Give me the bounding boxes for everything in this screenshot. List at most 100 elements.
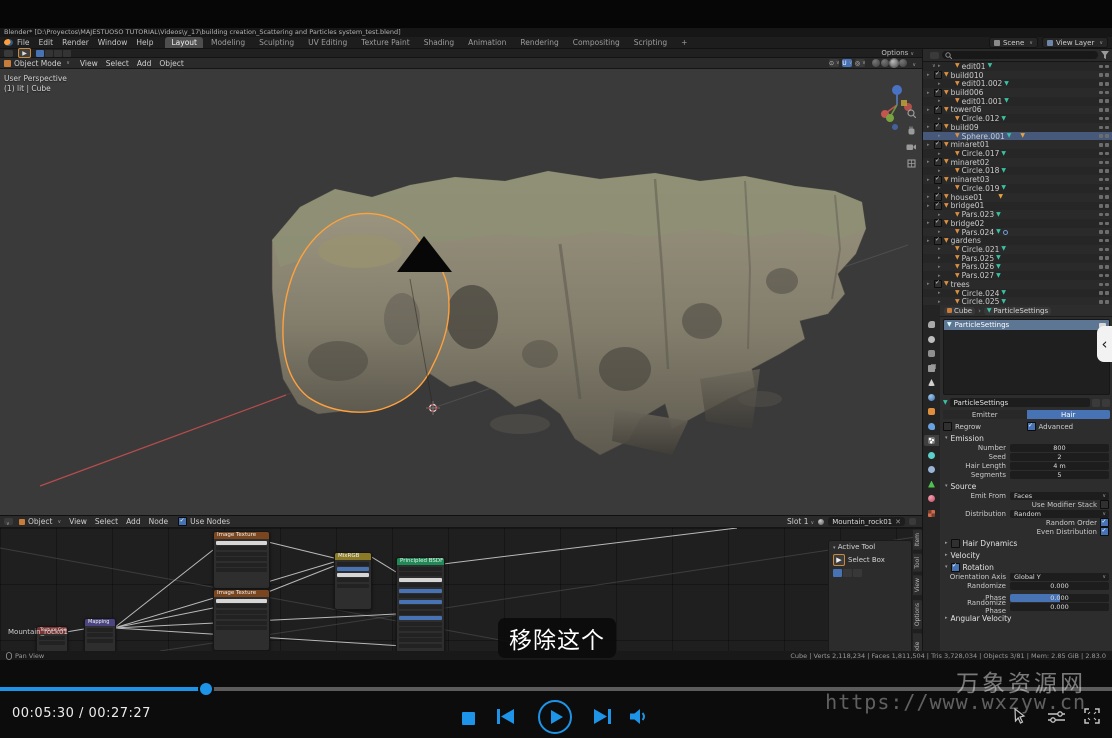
emit-from-dropdown[interactable]: Faces [1010, 492, 1109, 500]
workspace-tab[interactable]: + [675, 37, 693, 48]
breadcrumb-object[interactable]: Cube [944, 307, 975, 315]
outliner-row[interactable]: ▸ ▼ Pars.023 ▼ ▼ [923, 210, 1112, 219]
sidebar-tab[interactable]: Tool [913, 554, 922, 572]
visibility-toggles[interactable] [1099, 117, 1112, 121]
perspective-toggle-icon[interactable] [907, 159, 916, 168]
visibility-toggles[interactable] [1099, 248, 1112, 252]
outliner-row[interactable]: ▸ ▼ house01 ▼ ▼ [923, 193, 1112, 202]
hair-option[interactable]: Hair [1027, 410, 1111, 419]
viewport-menu-item[interactable]: Select [106, 59, 129, 68]
rotation-section-header[interactable]: ▾Rotation [940, 562, 1112, 572]
expand-arrow-icon[interactable]: ▸ [927, 203, 932, 209]
visibility-toggles[interactable] [1099, 300, 1112, 304]
source-section-header[interactable]: ▾Source [940, 481, 1112, 491]
outliner-row[interactable]: ▸ ▼ edit01 ▼ ▼ [923, 62, 1112, 71]
mapping-node[interactable]: Mapping [84, 618, 116, 651]
visibility-toggles[interactable] [1099, 134, 1112, 138]
properties-tab[interactable] [924, 435, 939, 446]
use-nodes-toggle[interactable]: Use Nodes [178, 517, 230, 526]
outliner-row[interactable]: ▸ ▼ minaret03 ▼ ▼ [923, 175, 1112, 184]
workspace-tab[interactable]: Layout [165, 37, 203, 48]
outliner-row[interactable]: ▸ ▼ build010 ▼ ▼ [923, 71, 1112, 80]
image-texture-node-2[interactable]: Image Texture [213, 589, 270, 651]
mix-rgb-node[interactable]: MixRGB [334, 552, 372, 610]
menu-item[interactable]: Render [62, 38, 89, 47]
active-tool-title[interactable]: ▾ Active Tool [829, 541, 911, 553]
outliner-row[interactable]: ▸ ▼ Circle.017 ▼ ▼ [923, 149, 1112, 158]
visibility-toggles[interactable] [1099, 143, 1112, 147]
collection-checkbox[interactable] [934, 106, 942, 114]
shader-type-selector[interactable]: Object [19, 517, 61, 526]
properties-tab[interactable] [924, 406, 939, 417]
outliner-editor-icon[interactable] [930, 52, 939, 59]
outliner-row[interactable]: ▸ ▼ Circle.021 ▼ ▼ [923, 245, 1112, 254]
properties-tab[interactable] [924, 348, 939, 359]
node-menu-item[interactable]: Add [126, 517, 141, 526]
outliner-row[interactable]: ▸ ▼ Pars.027 ▼ ▼ [923, 271, 1112, 280]
image-texture-node[interactable]: Image Texture [213, 531, 270, 589]
menu-item[interactable]: File [17, 38, 30, 47]
expand-arrow-icon[interactable]: ▸ [938, 246, 943, 252]
editor-type-icon[interactable] [4, 50, 13, 57]
expand-arrow-icon[interactable]: ▸ [927, 142, 932, 148]
menu-item[interactable]: Edit [39, 38, 54, 47]
expand-arrow-icon[interactable]: ▸ [927, 177, 932, 183]
sidebar-tab[interactable]: Node Wrangler [913, 633, 922, 651]
collection-checkbox[interactable] [934, 219, 942, 227]
collapse-panel-button[interactable]: ‹ [1097, 326, 1112, 362]
expand-arrow-icon[interactable]: ▸ [927, 124, 932, 130]
workspace-tab[interactable]: Animation [462, 37, 512, 48]
expand-arrow-icon[interactable]: ▸ [938, 212, 943, 218]
scene-selector[interactable]: Scene [989, 37, 1038, 48]
collection-checkbox[interactable] [934, 237, 942, 245]
distribution-dropdown[interactable]: Random [1010, 510, 1109, 518]
expand-arrow-icon[interactable]: ▸ [927, 194, 932, 200]
hair-dynamics-section-header[interactable]: ▸Hair Dynamics [940, 538, 1112, 548]
particle-systems-list[interactable]: ▼ ParticleSettings [943, 319, 1110, 395]
shading-dropdown[interactable] [910, 59, 916, 68]
collection-checkbox[interactable] [934, 158, 942, 166]
angular-velocity-section-header[interactable]: ▸Angular Velocity [940, 613, 1112, 623]
collection-checkbox[interactable] [934, 89, 942, 97]
expand-arrow-icon[interactable]: ▸ [927, 72, 932, 78]
properties-tab[interactable] [924, 464, 939, 475]
collection-checkbox[interactable] [934, 280, 942, 288]
expand-arrow-icon[interactable]: ▸ [938, 168, 943, 174]
progress-knob[interactable] [200, 683, 212, 695]
visibility-toggles[interactable] [1099, 99, 1112, 103]
properties-tab[interactable] [924, 392, 939, 403]
workspace-tab[interactable]: Compositing [567, 37, 626, 48]
editor-type-icon[interactable] [4, 518, 13, 525]
visibility-toggles[interactable] [1099, 161, 1112, 165]
expand-arrow-icon[interactable]: ▸ [938, 264, 943, 270]
expand-arrow-icon[interactable]: ▸ [938, 290, 943, 296]
orientation-axis-dropdown[interactable]: Global Y [1010, 573, 1109, 581]
viewport-menu-item[interactable]: Add [137, 59, 152, 68]
pan-hand-icon[interactable] [907, 126, 916, 135]
visibility-toggles[interactable] [1099, 187, 1112, 191]
node-menu-item[interactable]: View [69, 517, 87, 526]
snap-magnet-icon[interactable]: U [842, 59, 852, 67]
expand-arrow-icon[interactable]: ▸ [938, 116, 943, 122]
outliner-row[interactable]: ▸ ▼ bridge01 ▼ ▼ [923, 202, 1112, 211]
zoom-icon[interactable] [907, 109, 916, 118]
pin-icon[interactable] [909, 518, 916, 525]
outliner-row[interactable]: ▸ ▼ minaret01 ▼ ▼ [923, 140, 1112, 149]
number-field[interactable]: 800 [1010, 444, 1109, 452]
outliner-row[interactable]: ▸ ▼ Circle.024 ▼ ▼ [923, 289, 1112, 298]
regrow-checkbox[interactable] [943, 422, 952, 431]
use-modifier-stack-checkbox[interactable] [1100, 500, 1109, 509]
outliner-row[interactable]: ▸ ▼ build006 ▼ ▼ [923, 88, 1112, 97]
workspace-tab[interactable]: Texture Paint [355, 37, 415, 48]
even-distribution-checkbox[interactable] [1100, 527, 1109, 536]
material-name-field[interactable]: Mountain_rock01 ✕ [828, 517, 905, 526]
phase-slider[interactable]: 0.000 [1010, 594, 1109, 602]
proportional-editing-icon[interactable]: ◎ [855, 59, 865, 67]
expand-arrow-icon[interactable]: ▸ [938, 81, 943, 87]
expand-arrow-icon[interactable]: ▸ [938, 255, 943, 261]
expand-arrow-icon[interactable]: ▸ [927, 220, 932, 226]
new-copy-icon[interactable] [1102, 399, 1110, 407]
outliner-row[interactable]: ▸ ▼ Circle.018 ▼ ▼ [923, 167, 1112, 176]
viewport-3d[interactable]: Object Mode ViewSelectAddObject ⊙ U ◎ [0, 58, 922, 515]
expand-arrow-icon[interactable]: ▸ [938, 229, 943, 235]
